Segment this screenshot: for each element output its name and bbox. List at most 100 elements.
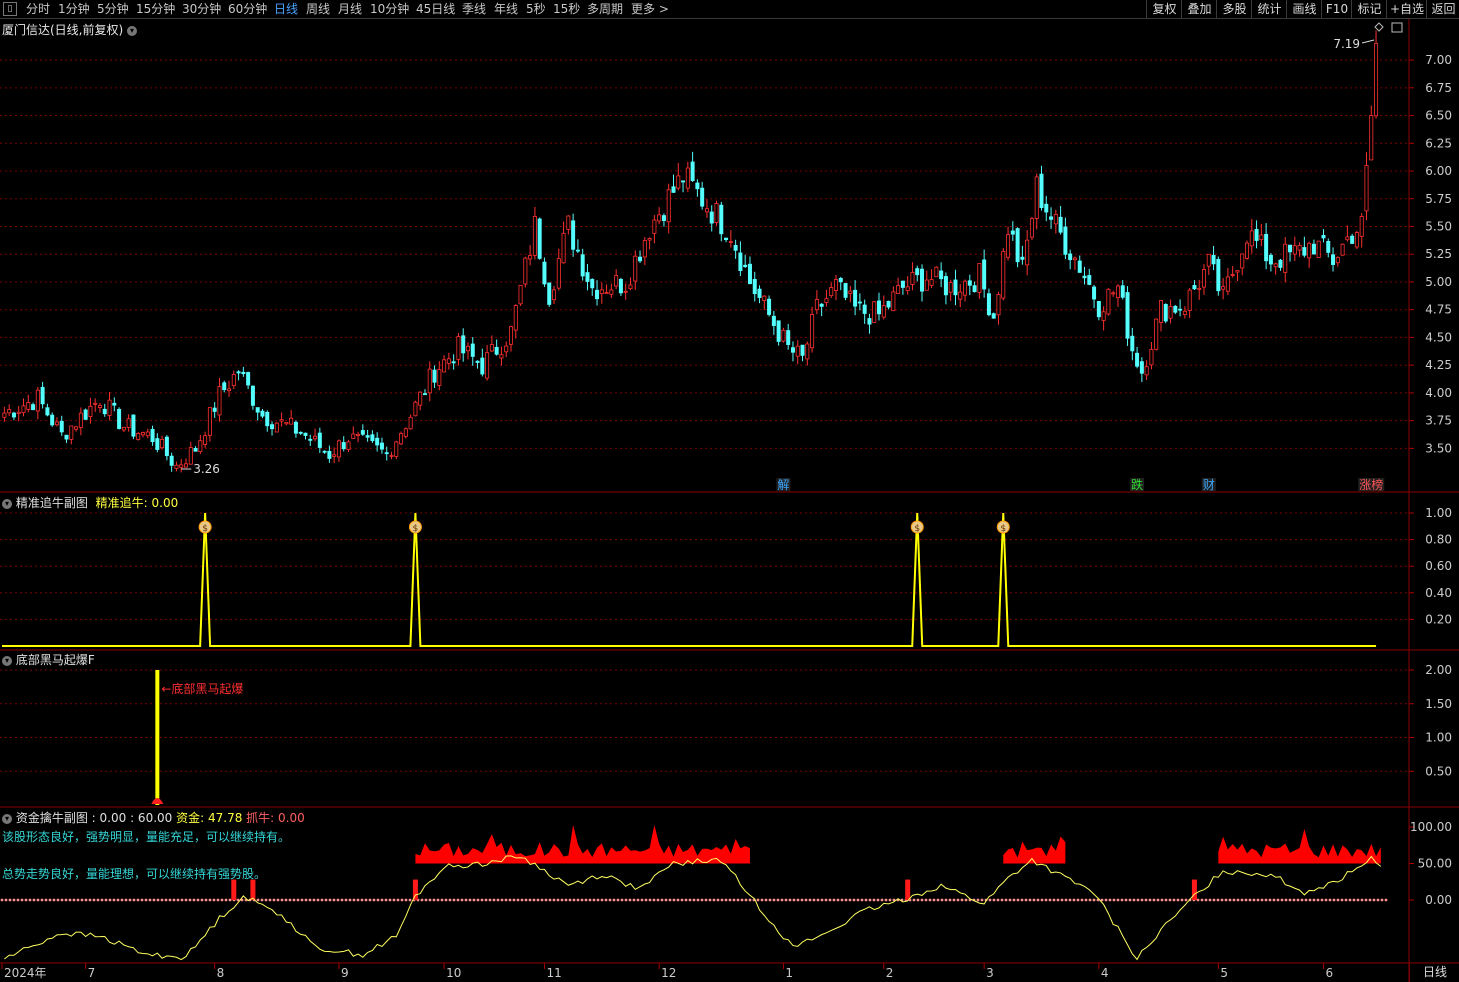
candle <box>1044 195 1049 222</box>
candle-body <box>1006 234 1011 258</box>
candle <box>74 426 79 432</box>
candle <box>552 285 557 305</box>
toolbar-button-0[interactable]: 复权 <box>1146 0 1182 18</box>
period-tab-4[interactable]: 30分钟 <box>182 1 221 17</box>
p4-zero-dot <box>1088 898 1092 902</box>
candle <box>1321 229 1326 243</box>
toolbar-button-7[interactable]: +自选 <box>1386 0 1427 18</box>
toolbar-button-4[interactable]: 画线 <box>1286 0 1322 18</box>
main-y-tick-label: 6.25 <box>1425 136 1452 150</box>
p4-y-tick-label: 100.00 <box>1410 820 1452 834</box>
candle-body <box>1302 247 1307 256</box>
period-indicator-label[interactable]: 日线 <box>1409 963 1459 982</box>
period-tab-8[interactable]: 月线 <box>338 1 362 17</box>
period-tab-5[interactable]: 60分钟 <box>228 1 267 17</box>
candle-body <box>1154 318 1159 350</box>
p4-zero-dot <box>1284 898 1288 902</box>
candle-body <box>1096 301 1101 318</box>
p4-zero-dot <box>160 898 164 902</box>
p4-grab-bar <box>905 879 911 900</box>
candle-body <box>771 315 776 326</box>
p4-zero-dot <box>1120 898 1124 902</box>
candle <box>370 430 375 444</box>
p4-zero-dot <box>1368 898 1372 902</box>
p4-zero-dot <box>1252 898 1256 902</box>
panel2-collapse-icon[interactable]: ▾ <box>2 498 12 509</box>
candle <box>1120 280 1125 300</box>
candle-body <box>403 428 408 437</box>
period-tab-14[interactable]: 15秒 <box>553 1 580 17</box>
p4-zero-dot <box>1044 898 1048 902</box>
period-tab-10[interactable]: 45日线 <box>416 1 455 17</box>
candle <box>11 411 16 421</box>
p4-zero-dot <box>1216 898 1220 902</box>
candle-body <box>623 290 628 293</box>
main-y-tick-label: 3.50 <box>1425 441 1452 455</box>
p4-zero-dot <box>1232 898 1236 902</box>
title-dropdown-icon[interactable]: ▾ <box>127 25 138 36</box>
candle-body <box>877 300 882 315</box>
toolbar-button-6[interactable]: 标记 <box>1351 0 1387 18</box>
candle-body <box>762 295 767 301</box>
toolbar-button-8[interactable]: 返回 <box>1426 0 1459 18</box>
period-tab-6[interactable]: 日线 <box>274 1 298 17</box>
candle-body <box>704 208 709 213</box>
period-tab-12[interactable]: 年线 <box>494 1 518 17</box>
p4-zero-dot <box>708 898 712 902</box>
candle <box>642 236 647 266</box>
candle-body <box>399 433 404 445</box>
p4-zero-dot <box>548 898 552 902</box>
candle-body <box>470 343 475 357</box>
p4-zero-dot <box>8 898 12 902</box>
period-tab-1[interactable]: 1分钟 <box>58 1 90 17</box>
panel3-collapse-icon[interactable]: ▾ <box>2 655 12 666</box>
candle-body <box>236 371 241 374</box>
candle-body <box>580 254 585 277</box>
p4-zero-dot <box>672 898 676 902</box>
toolbar-button-2[interactable]: 多股 <box>1216 0 1252 18</box>
toolbar-button-3[interactable]: 统计 <box>1251 0 1287 18</box>
candle <box>1077 255 1082 273</box>
period-tab-2[interactable]: 5分钟 <box>97 1 129 17</box>
p4-zero-dot <box>544 898 548 902</box>
period-tab-13[interactable]: 5秒 <box>526 1 546 17</box>
candle-body <box>528 255 533 260</box>
p4-zero-dot <box>288 898 292 902</box>
p4-zero-dot <box>504 898 508 902</box>
candle <box>1130 327 1135 361</box>
candle-body <box>1139 361 1144 374</box>
candle <box>403 427 408 439</box>
candle <box>747 256 752 285</box>
p4-zero-dot <box>928 898 932 902</box>
p4-zero-dot <box>1144 898 1148 902</box>
period-tab-0[interactable]: 分时 <box>26 1 50 17</box>
candle-body <box>915 268 920 276</box>
candle <box>193 446 198 452</box>
period-tab-7[interactable]: 周线 <box>306 1 330 17</box>
x-tick-label: 6 <box>1325 966 1333 980</box>
period-tab-9[interactable]: 10分钟 <box>370 1 409 17</box>
period-tab-16[interactable]: 更多 > <box>631 1 669 17</box>
period-tab-3[interactable]: 15分钟 <box>136 1 175 17</box>
candle <box>399 431 404 446</box>
p4-zero-dot <box>952 898 956 902</box>
candle <box>1206 253 1211 275</box>
p4-zero-dot <box>1036 898 1040 902</box>
period-tab-15[interactable]: 多周期 <box>587 1 623 17</box>
event-badge: 解 <box>777 478 789 492</box>
panel4-collapse-icon[interactable]: ▾ <box>2 813 12 824</box>
candle <box>719 201 724 242</box>
toolbar-menu-icon[interactable]: ▯ <box>3 2 17 16</box>
toolbar-button-1[interactable]: 叠加 <box>1181 0 1217 18</box>
period-tab-11[interactable]: 季线 <box>462 1 486 17</box>
candle-body <box>198 440 203 453</box>
candle-body <box>169 455 174 466</box>
toolbar-button-5[interactable]: F10 <box>1321 0 1352 18</box>
candle <box>1039 165 1044 211</box>
candle <box>1359 213 1364 248</box>
candle <box>394 440 399 460</box>
candle-body <box>298 431 303 434</box>
candle <box>1374 30 1379 119</box>
candle <box>470 337 475 366</box>
candle-body <box>375 437 380 446</box>
